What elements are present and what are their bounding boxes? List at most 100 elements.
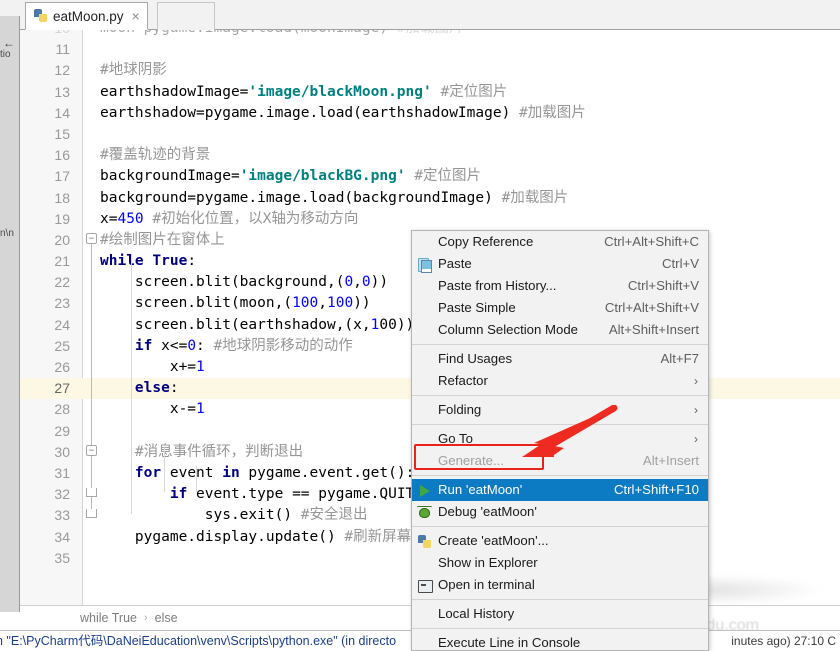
menu-item-shortcut: Ctrl+V: [661, 256, 699, 271]
code-token: x-=: [100, 401, 197, 418]
menu-item-label: Run 'eatMoon': [438, 482, 523, 497]
line-number: 20: [54, 231, 70, 248]
code-token: #初始化位置，以X轴为移动方向: [143, 210, 359, 227]
menu-item-paste-from-history[interactable]: Paste from History... Ctrl+Shift+V: [412, 275, 708, 297]
close-icon[interactable]: ×: [132, 9, 140, 23]
menu-item-paste-simple[interactable]: Paste Simple Ctrl+Alt+Shift+V: [412, 297, 708, 319]
menu-item-folding[interactable]: Folding ›: [412, 399, 708, 421]
python-file-icon: [34, 9, 48, 23]
code-text: pygame.display.update() #刷新屏幕: [100, 527, 411, 548]
code-token: 'image/blackBG.png': [239, 168, 406, 185]
menu-item-shortcut: Ctrl+Shift+V: [627, 278, 699, 293]
code-token: #刷新屏幕: [335, 528, 412, 545]
code-token: 100: [327, 295, 354, 312]
tab-eatmoon-py[interactable]: eatMoon.py ×: [25, 2, 148, 30]
menu-item-open-in-terminal[interactable]: Open in terminal: [412, 574, 708, 596]
menu-item-paste[interactable]: Paste Ctrl+V: [412, 253, 708, 275]
menu-item-copy-reference[interactable]: Copy Reference Ctrl+Alt+Shift+C: [412, 231, 708, 253]
code-token: 450: [117, 210, 144, 227]
menu-item-label: Column Selection Mode: [438, 322, 579, 337]
fold-marker-for[interactable]: −: [86, 445, 97, 456]
code-token: background=pygame.image.load(backgroundI…: [100, 189, 493, 206]
left-tool-panel[interactable]: ← tio n\n: [0, 16, 20, 612]
code-text: moon=pygame.image.load(moonImage) #加载图片: [100, 30, 464, 39]
menu-item-refactor[interactable]: Refactor ›: [412, 370, 708, 392]
menu-item-generate: Generate... Alt+Insert: [412, 450, 708, 472]
code-token: screen.blit(background,(: [100, 274, 345, 291]
menu-item-shortcut: Ctrl+Alt+Shift+V: [604, 300, 699, 315]
code-text: for event in pygame.event.get():: [100, 463, 414, 484]
line-number: 30: [54, 443, 70, 460]
line-number: 19: [54, 210, 70, 227]
code-text: if x<=0: #地球阴影移动的动作: [100, 336, 353, 357]
code-line: 16 #覆盖轨迹的背景: [20, 145, 840, 166]
code-line: 17 backgroundImage='image/blackBG.png' #定…: [20, 166, 840, 187]
breadcrumb-item-0[interactable]: while True: [80, 611, 137, 625]
code-token: #加载图片: [510, 104, 586, 121]
back-arrow-icon[interactable]: ←: [3, 36, 15, 50]
code-token: 'image/blackMoon.png': [248, 83, 432, 100]
code-token: while True: [100, 253, 188, 270]
code-line: 19 x=450 #初始化位置，以X轴为移动方向: [20, 209, 840, 230]
code-token: 00)): [379, 316, 415, 333]
menu-item-find-usages[interactable]: Find Usages Alt+F7: [412, 348, 708, 370]
menu-item-execute-line-in-console[interactable]: Execute Line in Console: [412, 632, 708, 651]
chevron-right-icon: ›: [694, 432, 698, 446]
code-token: event.type == pygame.QUIT:: [187, 486, 424, 503]
fold-end-marker-2: [86, 509, 97, 518]
menu-item-label: Find Usages: [438, 351, 513, 366]
code-text: background=pygame.image.load(backgroundI…: [100, 188, 568, 209]
menu-item-shortcut: Ctrl+Alt+Shift+C: [604, 234, 699, 249]
menu-item-run-eatmoon[interactable]: Run 'eatMoon' Ctrl+Shift+F10: [412, 479, 708, 501]
code-token: #加载图片: [492, 189, 569, 206]
code-text: #地球阴影: [100, 60, 167, 81]
fold-marker-while[interactable]: −: [86, 233, 97, 244]
indent-guide-2: [164, 445, 165, 492]
menu-item-debug-eatmoon[interactable]: Debug 'eatMoon': [412, 501, 708, 523]
menu-item-label: Debug 'eatMoon': [438, 504, 537, 519]
code-token: 0: [187, 337, 197, 354]
menu-item-column-selection-mode[interactable]: Column Selection Mode Alt+Shift+Insert: [412, 319, 708, 341]
menu-item-shortcut: Alt+F7: [660, 351, 699, 366]
breadcrumb-item-1[interactable]: else: [155, 611, 178, 625]
code-text: else:: [100, 378, 179, 399]
code-token: :: [187, 253, 197, 270]
menu-item-label: Generate...: [438, 453, 504, 468]
code-line: 10 moon=pygame.image.load(moonImage) #加载图…: [20, 30, 840, 39]
code-token: #定位图片: [405, 168, 482, 185]
line-number: 31: [54, 464, 70, 481]
line-number: 23: [54, 295, 70, 312]
line-number: 34: [54, 528, 70, 545]
code-text: screen.blit(earthshadow,(x,100)): [100, 315, 414, 336]
code-token: #安全退出: [292, 507, 368, 524]
tab-placeholder: [157, 2, 215, 30]
editor-context-menu[interactable]: Copy Reference Ctrl+Alt+Shift+C Paste Ctrl+…: [411, 230, 709, 651]
menu-item-create-eatmoon[interactable]: Create 'eatMoon'...: [412, 530, 708, 552]
left-panel-fragment-top: tio: [0, 49, 11, 60]
line-number: 22: [54, 274, 70, 291]
indent-guide-1: [131, 254, 132, 514]
run-icon: [417, 483, 432, 498]
code-token: moon=pygame.image.load(moonImage): [100, 30, 388, 36]
menu-item-go-to[interactable]: Go To ›: [412, 428, 708, 450]
menu-item-label: Go To: [438, 431, 473, 446]
code-token: ,: [318, 295, 327, 312]
code-text: earthshadow=pygame.image.load(earthshado…: [100, 103, 586, 124]
menu-item-shortcut: Ctrl+Shift+F10: [613, 482, 699, 497]
line-number: 14: [54, 104, 70, 121]
code-token: for: [134, 464, 162, 481]
menu-item-show-in-explorer[interactable]: Show in Explorer: [412, 552, 708, 574]
line-number: 17: [54, 168, 70, 185]
line-number: 29: [54, 422, 70, 439]
menu-separator: [412, 344, 708, 345]
line-number: 12: [54, 62, 70, 79]
code-token: :: [169, 380, 179, 397]
menu-item-label: Paste: [438, 256, 472, 271]
code-token: )): [370, 274, 389, 291]
menu-item-local-history[interactable]: Local History: [412, 603, 708, 625]
line-number: 16: [54, 147, 70, 164]
menu-separator: [412, 395, 708, 396]
menu-separator: [412, 475, 708, 476]
code-text: earthshadowImage='image/blackMoon.png' #…: [100, 82, 507, 103]
